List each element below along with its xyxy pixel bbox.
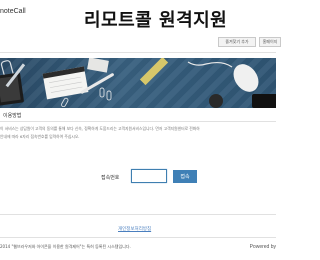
connection-code-label: 접속번호 [101, 175, 120, 181]
desk-illustration [0, 58, 276, 108]
footer-divider [0, 214, 276, 215]
footer-bottom-divider [0, 237, 276, 238]
header-divider [0, 52, 276, 53]
bookmark-button[interactable]: 즐겨찾기 추가 [218, 37, 256, 47]
section-title: 이용방법 [3, 113, 22, 119]
usage-description-line2: 안내에 따라 6자리 접속번호를 입력하여 주십시오. [0, 134, 80, 139]
powered-by-text: Powered by [249, 244, 276, 250]
privacy-policy-link[interactable]: 개인정보처리방침 [118, 226, 151, 232]
connection-code-input[interactable] [131, 169, 167, 183]
copyright-text: 2014 "웹브라우저와 아이콘을 이용한 원격제어"는 특허 등록된 시스템입… [0, 244, 131, 249]
connect-button[interactable]: 접속 [173, 170, 197, 183]
logo: noteCall [0, 8, 26, 15]
usage-description-line1: 이 서비스는 상담원이 고객의 동의를 통해 보다 신속, 정확하게 도움드리는… [0, 126, 200, 131]
page-title: 리모트콜 원격지원 [84, 10, 228, 31]
section-divider [0, 121, 276, 122]
hero-banner [0, 58, 276, 108]
home-button[interactable]: 홈페이지 [259, 37, 281, 47]
